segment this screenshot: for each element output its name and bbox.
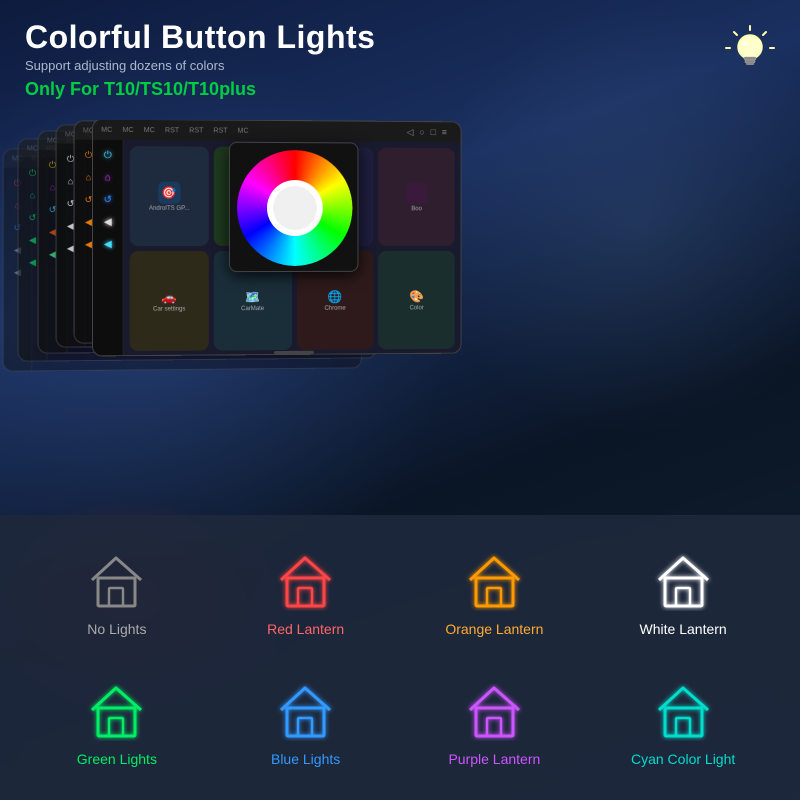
screen-card-main: MC MC MC RST RST RST MC ◁○□≡ ⏻ ⌂ ↺ ◀ ◀ xyxy=(92,120,462,356)
title-section: Colorful Button Lights Support adjusting… xyxy=(25,20,375,100)
light-option-cyan-light[interactable]: Cyan Color Light xyxy=(596,665,770,780)
header: Colorful Button Lights Support adjusting… xyxy=(25,20,775,100)
red-lantern-label: Red Lantern xyxy=(267,621,344,637)
compatibility-text: Only For T10/TS10/T10plus xyxy=(25,79,375,100)
screens-area: MC RST ⏻ ⌂ ↺ ◀ ◀ MCRST ⏻ ⌂ ↺ ◀ ◀ xyxy=(0,120,800,410)
light-option-purple-lantern[interactable]: Purple Lantern xyxy=(408,665,582,780)
bulb-icon xyxy=(725,25,775,75)
orange-lantern-label: Orange Lantern xyxy=(445,621,543,637)
light-option-white-lantern[interactable]: White Lantern xyxy=(596,535,770,650)
subtitle: Support adjusting dozens of colors xyxy=(25,58,375,73)
light-option-green-lights[interactable]: Green Lights xyxy=(30,665,204,780)
bottom-panel: No Lights Red Lantern xyxy=(0,515,800,800)
no-lights-label: No Lights xyxy=(87,621,146,637)
blue-lights-label: Blue Lights xyxy=(271,751,340,767)
purple-lantern-label: Purple Lantern xyxy=(448,751,540,767)
green-lights-label: Green Lights xyxy=(77,751,157,767)
main-title: Colorful Button Lights xyxy=(25,20,375,55)
cyan-light-label: Cyan Color Light xyxy=(631,751,735,767)
light-options-grid: No Lights Red Lantern xyxy=(30,535,770,780)
light-option-blue-lights[interactable]: Blue Lights xyxy=(219,665,393,780)
light-option-red-lantern[interactable]: Red Lantern xyxy=(219,535,393,650)
light-option-no-lights[interactable]: No Lights xyxy=(30,535,204,650)
light-option-orange-lantern[interactable]: Orange Lantern xyxy=(408,535,582,650)
white-lantern-label: White Lantern xyxy=(640,621,727,637)
